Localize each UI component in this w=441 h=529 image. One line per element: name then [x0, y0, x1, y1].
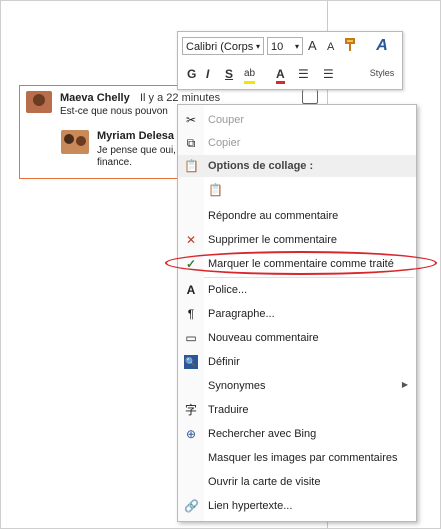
- mini-toolbar: Calibri (Corps ▾ 10 ▾ A A G I S ab A ☰ ☰…: [177, 31, 403, 90]
- reply-text-line1: Je pense que oui,: [97, 145, 176, 156]
- comment-text: Est-ce que nous pouvon: [60, 106, 168, 117]
- menu-item-label: Définir: [208, 356, 240, 368]
- menu-item-label: Supprimer le commentaire: [208, 234, 337, 246]
- translate-icon: 字: [184, 403, 197, 417]
- menu-item-label: Nouveau commentaire: [208, 332, 319, 344]
- copy-icon: ⧉: [186, 136, 196, 150]
- menu-item-label: Police...: [208, 284, 248, 296]
- menu-item-synonyms[interactable]: Synonymes ▶: [178, 375, 416, 397]
- menu-item-new-comment[interactable]: ▭ Nouveau commentaire: [178, 327, 416, 349]
- new-comment-icon: ▭: [185, 331, 197, 345]
- highlight-button[interactable]: ab: [244, 67, 256, 84]
- font-name-select[interactable]: Calibri (Corps ▾: [182, 37, 264, 55]
- menu-item-label: Options de collage :: [208, 160, 314, 172]
- menu-item-hide-ink[interactable]: Masquer les images par commentaires: [178, 447, 416, 469]
- menu-item-search-bing[interactable]: ⊕ Rechercher avec Bing: [178, 423, 416, 445]
- menu-item-copy[interactable]: ⧉ Copier: [178, 132, 416, 154]
- comment-author: Maeva Chelly: [60, 92, 130, 104]
- menu-item-delete-comment[interactable]: ✕ Supprimer le commentaire: [178, 229, 416, 251]
- menu-item-label: Paragraphe...: [208, 308, 275, 320]
- menu-item-label: Synonymes: [208, 380, 266, 392]
- styles-button[interactable]: A Styles: [367, 36, 397, 84]
- reply-text-line2: finance.: [97, 157, 133, 168]
- font-size-value: 10: [271, 41, 284, 53]
- paste-icon: 📋: [184, 159, 199, 173]
- highlight-annotation-ring: [165, 251, 437, 275]
- avatar: [26, 91, 52, 113]
- chevron-down-icon: ▾: [294, 42, 299, 51]
- menu-item-hyperlink[interactable]: 🔗 Lien hypertexte...: [178, 495, 416, 517]
- menu-item-label: Rechercher avec Bing: [208, 428, 317, 440]
- menu-item-label: Traduire: [208, 404, 249, 416]
- define-icon: 🔍: [184, 355, 198, 369]
- font-name-value: Calibri (Corps: [186, 41, 254, 53]
- comment-resolve-icon[interactable]: [302, 90, 318, 104]
- underline-button[interactable]: S: [225, 67, 233, 81]
- bold-button[interactable]: G: [187, 67, 196, 81]
- bullets-icon[interactable]: ☰: [298, 67, 309, 81]
- menu-item-open-contact-card[interactable]: Ouvrir la carte de visite: [178, 471, 416, 493]
- menu-item-label: Couper: [208, 114, 245, 126]
- comment-timestamp: Il y a 22 minutes: [140, 92, 221, 104]
- context-menu: ✂ Couper ⧉ Copier 📋 Options de collage :…: [177, 104, 417, 522]
- menu-item-translate[interactable]: 字 Traduire: [178, 399, 416, 421]
- menu-header-paste-options: 📋 Options de collage :: [178, 155, 416, 177]
- hyperlink-icon: 🔗: [184, 499, 199, 513]
- paragraph-icon: ¶: [187, 307, 195, 321]
- menu-item-label: Répondre au commentaire: [208, 210, 339, 222]
- font-size-select[interactable]: 10 ▾: [267, 37, 303, 55]
- search-globe-icon: ⊕: [185, 427, 197, 441]
- menu-item-reply-comment[interactable]: Répondre au commentaire: [178, 205, 416, 227]
- menu-item-define[interactable]: 🔍 Définir: [178, 351, 416, 373]
- delete-comment-icon: ✕: [185, 233, 197, 247]
- menu-item-paragraph[interactable]: ¶ Paragraphe...: [178, 303, 416, 325]
- chevron-down-icon: ▾: [255, 42, 260, 51]
- italic-button[interactable]: I: [206, 67, 209, 81]
- shrink-font-button[interactable]: A: [327, 40, 334, 54]
- menu-separator: [204, 277, 414, 278]
- menu-item-font[interactable]: A Police...: [178, 279, 416, 301]
- menu-item-label: Ouvrir la carte de visite: [208, 476, 321, 488]
- submenu-arrow-icon: ▶: [401, 380, 408, 389]
- menu-item-paste-keep-text[interactable]: 📋: [178, 179, 416, 201]
- font-color-button[interactable]: A: [276, 67, 285, 84]
- styles-label: Styles: [369, 68, 395, 78]
- format-painter-icon[interactable]: [344, 38, 356, 55]
- scissors-icon: ✂: [185, 113, 197, 127]
- reply-author: Myriam Delesa: [97, 130, 175, 142]
- menu-item-cut[interactable]: ✂ Couper: [178, 109, 416, 131]
- reply-avatar: [61, 130, 89, 154]
- menu-item-label: Lien hypertexte...: [208, 500, 293, 512]
- paste-option-icon: 📋: [208, 183, 223, 197]
- font-icon: A: [186, 283, 196, 297]
- styles-icon: A: [376, 37, 388, 54]
- menu-item-label: Copier: [208, 137, 241, 149]
- grow-font-button[interactable]: A: [308, 39, 317, 53]
- menu-item-label: Masquer les images par commentaires: [208, 452, 398, 464]
- numbering-icon[interactable]: ☰: [323, 67, 334, 81]
